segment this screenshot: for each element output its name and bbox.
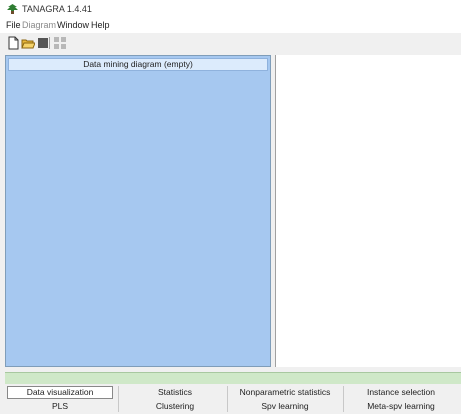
menu-diagram[interactable]: Diagram	[22, 20, 56, 30]
tanagra-logo-icon	[6, 3, 19, 15]
tab-divider	[118, 386, 119, 412]
diagram-icon[interactable]	[53, 36, 67, 50]
tab-instance-selection[interactable]: Instance selection	[343, 386, 459, 399]
open-icon[interactable]	[21, 36, 35, 50]
menu-file[interactable]: File	[6, 20, 21, 30]
diagram-header: Data mining diagram (empty)	[8, 58, 268, 71]
tab-clustering[interactable]: Clustering	[125, 400, 225, 413]
save-icon[interactable]	[36, 36, 50, 50]
toolbar-separator	[49, 37, 50, 49]
new-icon[interactable]	[6, 36, 20, 50]
menu-bar: File Diagram Window Help	[0, 18, 461, 33]
menu-window[interactable]: Window	[57, 20, 89, 30]
component-tabs: Data visualization Statistics Nonparamet…	[5, 385, 461, 414]
tab-statistics[interactable]: Statistics	[125, 386, 225, 399]
window-title: TANAGRA 1.4.41	[22, 4, 92, 14]
tab-meta-spv-learning[interactable]: Meta-spv learning	[343, 400, 459, 413]
toolbar	[0, 34, 461, 52]
menu-help[interactable]: Help	[91, 20, 110, 30]
results-panel[interactable]	[275, 55, 461, 367]
tab-spv-learning[interactable]: Spv learning	[227, 400, 343, 413]
tab-nonparametric-statistics[interactable]: Nonparametric statistics	[227, 386, 343, 399]
components-strip	[5, 372, 461, 384]
tab-pls[interactable]: PLS	[7, 400, 113, 413]
diagram-panel[interactable]: Data mining diagram (empty)	[5, 55, 271, 367]
tab-divider	[227, 386, 228, 412]
title-bar: TANAGRA 1.4.41	[0, 0, 461, 18]
tab-divider	[343, 386, 344, 412]
tab-data-visualization[interactable]: Data visualization	[7, 386, 113, 399]
